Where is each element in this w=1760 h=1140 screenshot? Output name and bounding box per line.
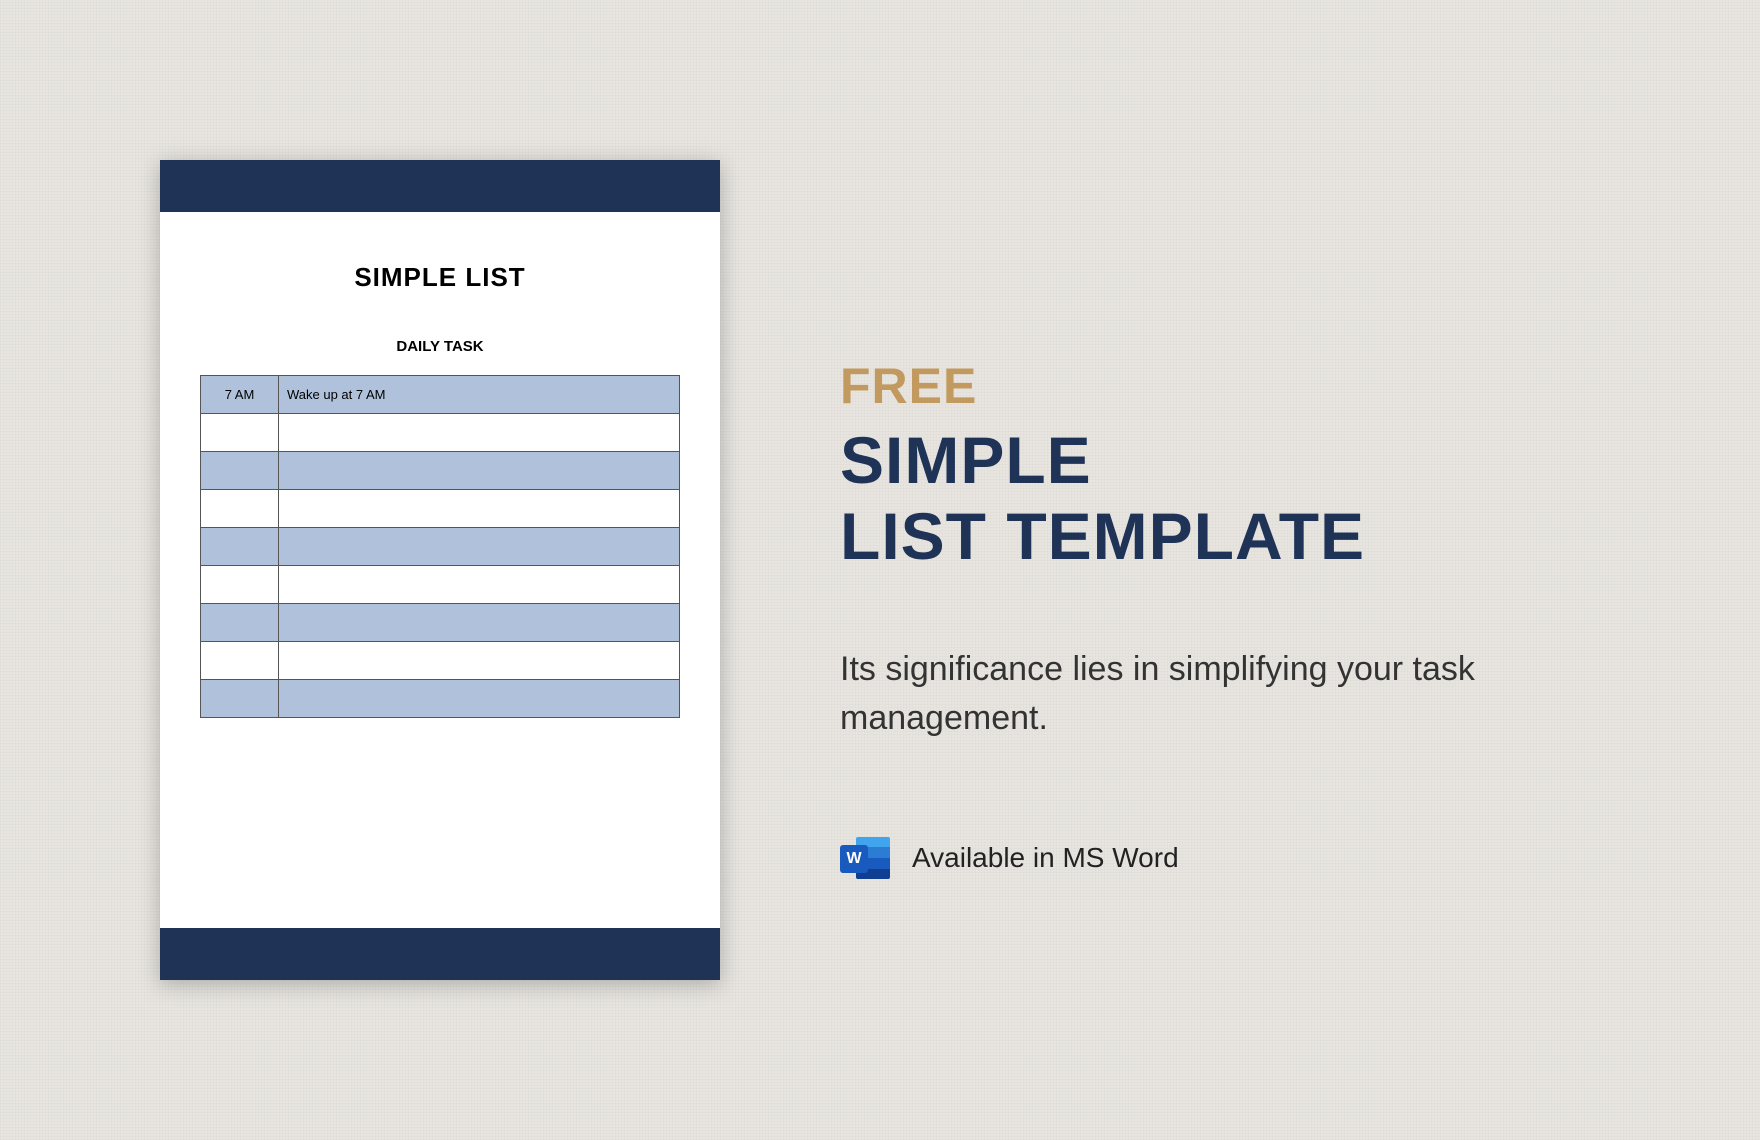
task-cell (279, 604, 680, 642)
preview-subtitle: DAILY TASK (200, 338, 680, 355)
preview-bottom-band (160, 928, 720, 980)
task-cell (279, 566, 680, 604)
free-badge: FREE (840, 357, 1680, 415)
info-panel: FREE SIMPLE LIST TEMPLATE Its significan… (840, 257, 1680, 883)
table-row: 7 AMWake up at 7 AM (201, 376, 680, 414)
time-cell (201, 604, 279, 642)
availability-row: W Available in MS Word (840, 833, 1680, 883)
time-cell: 7 AM (201, 376, 279, 414)
time-cell (201, 680, 279, 718)
time-cell (201, 490, 279, 528)
ms-word-icon: W (840, 833, 890, 883)
task-cell (279, 414, 680, 452)
task-cell (279, 490, 680, 528)
table-row (201, 528, 680, 566)
time-cell (201, 642, 279, 680)
task-cell (279, 528, 680, 566)
table-row (201, 414, 680, 452)
preview-content: SIMPLE LIST DAILY TASK 7 AMWake up at 7 … (160, 212, 720, 738)
table-row (201, 452, 680, 490)
time-cell (201, 566, 279, 604)
template-description: Its significance lies in simplifying you… (840, 645, 1480, 744)
template-title: SIMPLE LIST TEMPLATE (840, 423, 1680, 575)
task-cell (279, 642, 680, 680)
time-cell (201, 414, 279, 452)
preview-title: SIMPLE LIST (200, 262, 680, 293)
time-cell (201, 452, 279, 490)
table-row (201, 566, 680, 604)
task-cell (279, 452, 680, 490)
template-preview: SIMPLE LIST DAILY TASK 7 AMWake up at 7 … (160, 160, 720, 980)
availability-text: Available in MS Word (912, 842, 1179, 874)
table-row (201, 642, 680, 680)
table-row (201, 604, 680, 642)
preview-top-band (160, 160, 720, 212)
word-letter: W (840, 845, 868, 873)
task-cell: Wake up at 7 AM (279, 376, 680, 414)
task-table: 7 AMWake up at 7 AM (200, 375, 680, 718)
time-cell (201, 528, 279, 566)
task-cell (279, 680, 680, 718)
table-row (201, 490, 680, 528)
title-line-1: SIMPLE (840, 423, 1680, 499)
title-line-2: LIST TEMPLATE (840, 499, 1680, 575)
table-row (201, 680, 680, 718)
